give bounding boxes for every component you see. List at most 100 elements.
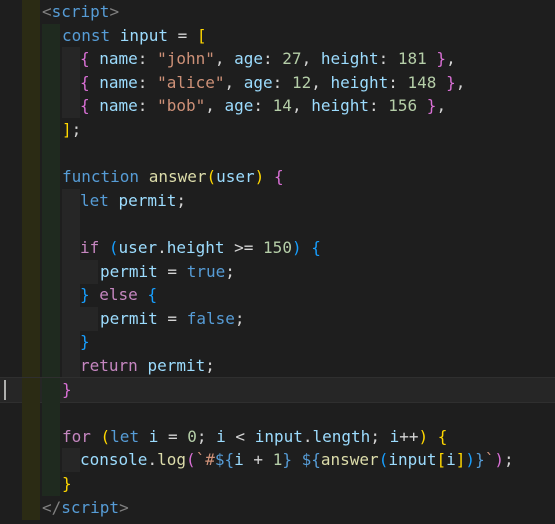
code-token: . [147, 450, 158, 470]
indent-guide [22, 495, 40, 520]
indent-guide [22, 212, 40, 237]
code-token: script [51, 2, 110, 21]
code-token: i [148, 426, 159, 446]
indent-guide [42, 259, 60, 284]
code-line[interactable] [0, 401, 555, 426]
code-token: ${ [214, 450, 235, 470]
indent-guide [42, 377, 60, 402]
indent-guide [42, 424, 60, 449]
code-line[interactable]: { name: "john", age: 27, height: 181 }, [0, 47, 555, 72]
code-line[interactable]: </script> [0, 495, 555, 520]
code-token: : [378, 49, 398, 69]
code-text: { name: "alice", age: 12, height: 148 }, [80, 71, 465, 95]
indent-guide [62, 47, 80, 72]
code-token: ) [254, 167, 265, 187]
code-line[interactable]: permit = false; [0, 306, 555, 331]
code-token: { [437, 426, 448, 446]
code-line[interactable]: { name: "bob", age: 14, height: 156 }, [0, 94, 555, 119]
code-token: height [311, 96, 369, 116]
code-token: false [186, 308, 235, 328]
code-line[interactable]: { name: "alice", age: 12, height: 148 }, [0, 70, 555, 95]
indent-guide [22, 70, 40, 95]
code-token: } [417, 96, 437, 116]
code-line[interactable]: } [0, 376, 555, 403]
code-text: } [80, 330, 90, 354]
code-token: true [186, 261, 226, 281]
indent-guide [22, 424, 40, 449]
code-token: [ [436, 450, 447, 470]
code-token: , [455, 72, 466, 92]
code-line[interactable]: <script> [0, 0, 555, 24]
code-token: ++ [399, 426, 419, 446]
code-token: } [62, 474, 72, 493]
code-token: i [389, 426, 400, 446]
code-token: , [446, 49, 456, 69]
code-token: , [301, 49, 321, 69]
code-line[interactable]: for (let i = 0; i < input.length; i++) { [0, 424, 555, 449]
code-token: : [137, 49, 158, 69]
code-token: log [157, 450, 186, 470]
code-text: if (user.height >= 150) { [80, 236, 321, 260]
code-token: > [119, 497, 129, 517]
indent-guide [22, 448, 40, 473]
code-token: 0 [187, 426, 197, 446]
code-token: user [216, 167, 255, 187]
code-text: let permit; [80, 189, 186, 213]
indent-guide [62, 70, 80, 95]
indent-guide [80, 259, 98, 284]
code-token: ( [378, 450, 389, 470]
code-editor[interactable]: <script> const input = [{ name: "john", a… [0, 0, 555, 524]
code-token: name [99, 49, 138, 69]
code-line[interactable]: return permit; [0, 354, 555, 378]
indent-guide [22, 0, 40, 24]
indent-guide [42, 70, 60, 95]
code-token: for [62, 426, 101, 446]
code-text: { name: "bob", age: 14, height: 156 }, [80, 94, 446, 118]
code-line[interactable]: const input = [ [0, 23, 555, 48]
code-token: ] [62, 120, 72, 139]
code-line[interactable]: } [0, 472, 555, 496]
code-token: "john" [157, 49, 215, 69]
code-line[interactable]: console.log(`#${i + 1} ${answer(input[i]… [0, 448, 555, 473]
code-line[interactable]: function answer(user) { [0, 165, 555, 190]
code-text: <script> [42, 0, 119, 24]
code-token: : [137, 96, 158, 116]
code-token: name [99, 96, 138, 116]
code-line[interactable] [0, 212, 555, 237]
code-token: age [224, 96, 254, 116]
code-token: . [302, 426, 313, 446]
code-line[interactable]: permit = true; [0, 259, 555, 284]
indent-guide [42, 283, 60, 308]
indent-guide [62, 188, 80, 213]
code-token: 12 [291, 72, 312, 92]
code-token: 1 [272, 450, 283, 470]
indent-guide [22, 94, 40, 119]
code-token: } [80, 285, 90, 305]
indent-guide [42, 306, 60, 331]
code-text: } [62, 378, 72, 402]
code-token: ` [484, 450, 495, 470]
code-token: permit [118, 190, 177, 210]
code-line[interactable]: } else { [0, 283, 555, 308]
code-token: } [282, 450, 292, 470]
code-text: function answer(user) { [62, 165, 284, 189]
code-token: height [330, 72, 389, 92]
code-line[interactable]: ]; [0, 118, 555, 142]
code-token: let [80, 190, 119, 210]
code-token: ${ [301, 450, 321, 470]
code-text: const input = [ [62, 24, 207, 48]
code-token: i [446, 450, 456, 470]
code-token: input [388, 450, 437, 470]
code-token: else [99, 285, 148, 305]
code-line[interactable]: } [0, 330, 555, 355]
code-line[interactable]: let permit; [0, 188, 555, 213]
code-line[interactable] [0, 141, 555, 166]
code-line[interactable]: if (user.height >= 150) { [0, 236, 555, 260]
code-token: permit [100, 308, 158, 328]
code-token: 181 [397, 49, 427, 69]
code-token: permit [100, 261, 158, 281]
code-token: age [243, 72, 273, 92]
code-token: ) [291, 238, 302, 257]
